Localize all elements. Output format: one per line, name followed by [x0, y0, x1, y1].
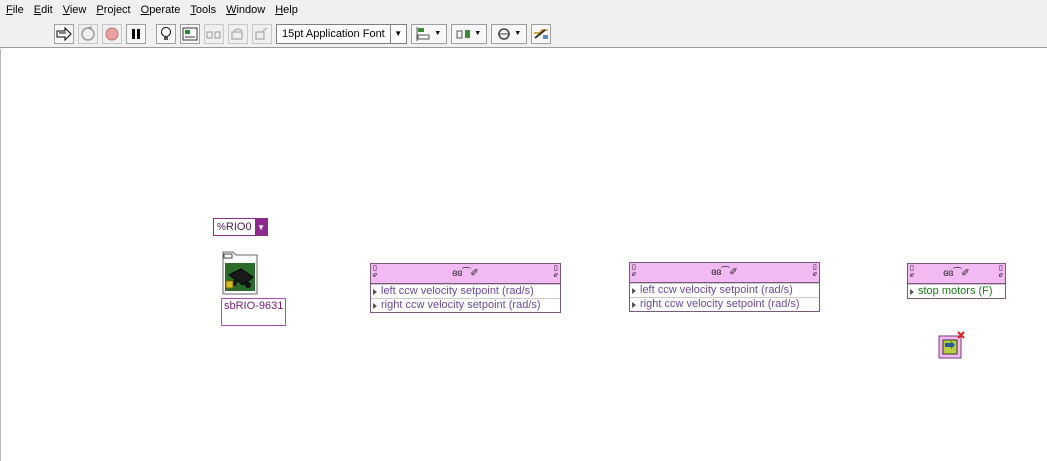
- reorder-icon[interactable]: ▼: [490, 23, 527, 44]
- retain-wire-values-icon[interactable]: [180, 23, 200, 44]
- step-into-icon[interactable]: [204, 23, 224, 44]
- menu-tools[interactable]: Tools: [186, 0, 222, 20]
- property-row-left-velocity[interactable]: left ccw velocity setpoint (rad/s): [371, 284, 560, 298]
- property-node-header: ▯ ℯ ɞɞ⁀✐ ▯ ℯ: [371, 264, 560, 284]
- property-row-right-velocity[interactable]: right ccw velocity setpoint (rad/s): [371, 298, 560, 312]
- property-row-right-velocity[interactable]: right ccw velocity setpoint (rad/s): [630, 297, 819, 311]
- chevron-down-icon[interactable]: ▼: [254, 219, 267, 235]
- step-out-icon[interactable]: [252, 23, 272, 44]
- toolbar: 15pt Application Font ▼ ▼ ▼ ▼: [0, 20, 1047, 48]
- menu-edit[interactable]: Edit: [30, 0, 59, 20]
- reference-out-terminal-icon: ▯ ℯ: [553, 265, 558, 279]
- block-diagram[interactable]: [0, 49, 1047, 461]
- menu-help[interactable]: Help: [271, 0, 304, 20]
- rio-resource-label: %RIO0: [214, 219, 255, 235]
- property-row-left-velocity[interactable]: left ccw velocity setpoint (rad/s): [630, 283, 819, 297]
- glasses-pencil-icon: ɞɞ⁀✐: [711, 267, 738, 278]
- run-arrow-icon[interactable]: [54, 23, 74, 44]
- property-node-velocity-2[interactable]: ▯ ℯ ɞɞ⁀✐ ▯ ℯ left ccw velocity setpoint (r…: [629, 262, 820, 312]
- distribute-objects-icon[interactable]: ▼: [450, 23, 487, 44]
- property-node-header: ▯ ℯ ɞɞ⁀✐ ▯ ℯ: [630, 263, 819, 283]
- highlight-execution-icon[interactable]: [156, 23, 176, 44]
- chevron-down-icon: ▼: [389, 24, 406, 43]
- align-objects-icon[interactable]: ▼: [410, 23, 447, 44]
- step-over-icon[interactable]: [228, 23, 248, 44]
- reference-out-terminal-icon: ▯ ℯ: [998, 265, 1003, 279]
- run-continuously-icon[interactable]: [78, 23, 98, 44]
- menu-operate[interactable]: Operate: [137, 0, 187, 20]
- rio-resource-value: RIO0: [225, 221, 252, 233]
- glasses-pencil-icon: ɞɞ⁀✐: [452, 268, 479, 279]
- font-selector-label: 15pt Application Font: [282, 27, 385, 40]
- property-node-stop-motors[interactable]: ▯ ℯ ɞɞ⁀✐ ▯ ℯ stop motors (F): [907, 263, 1006, 299]
- property-row-stop-motors[interactable]: stop motors (F): [908, 284, 1005, 298]
- clean-up-diagram-icon[interactable]: [530, 23, 551, 44]
- pause-icon[interactable]: [126, 23, 146, 44]
- property-node-velocity-1[interactable]: ▯ ℯ ɞɞ⁀✐ ▯ ℯ left ccw velocity setpoint (r…: [370, 263, 561, 313]
- menu-file[interactable]: File: [2, 0, 30, 20]
- io-name-icon: %: [217, 222, 226, 233]
- property-node-header: ▯ ℯ ɞɞ⁀✐ ▯ ℯ: [908, 264, 1005, 284]
- menu-project[interactable]: Project: [92, 0, 136, 20]
- close-reference-icon[interactable]: [938, 331, 968, 361]
- menu-bar: File Edit View Project Operate Tools Win…: [0, 0, 1047, 20]
- reference-out-terminal-icon: ▯ ℯ: [812, 264, 817, 278]
- menu-view[interactable]: View: [59, 0, 93, 20]
- glasses-pencil-icon: ɞɞ⁀✐: [943, 268, 970, 279]
- sbrio-device-icon[interactable]: [222, 251, 258, 295]
- rio-resource-control[interactable]: %RIO0 ▼: [213, 218, 268, 236]
- menu-window[interactable]: Window: [222, 0, 271, 20]
- abort-icon[interactable]: [102, 23, 122, 44]
- device-label: sbRIO-9631: [221, 298, 286, 326]
- font-selector[interactable]: 15pt Application Font ▼: [276, 23, 407, 44]
